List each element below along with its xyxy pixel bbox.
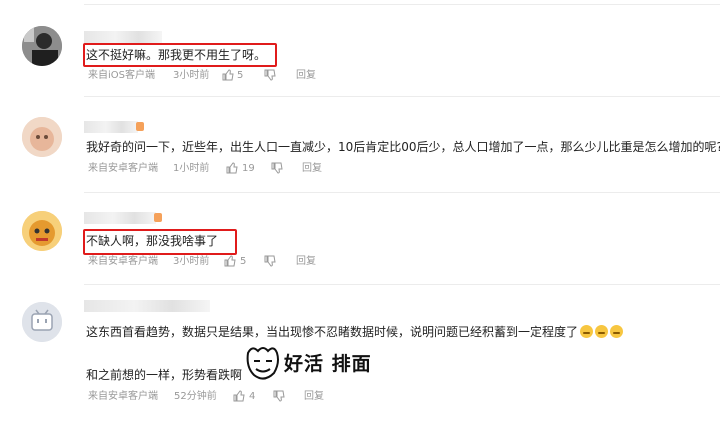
- avatar[interactable]: [22, 302, 62, 342]
- watermark-logo-icon: [246, 347, 279, 380]
- comment-text-line: 这东西首看趋势，数据只是结果，当出现惨不忍睹数据时候，说明问题已经积蓄到一定程度…: [86, 325, 579, 339]
- avatar-image: [22, 302, 62, 342]
- comment-meta: 来自安卓客户端 3小时前 5 回复: [88, 255, 388, 269]
- comment-source: 来自iOS客户端: [88, 70, 155, 81]
- comment-time: 1小时前: [173, 163, 210, 174]
- avatar[interactable]: [22, 117, 62, 157]
- username-blurred: [84, 31, 162, 43]
- divider: [84, 96, 720, 97]
- like-count: 5: [240, 256, 247, 267]
- thumbs-down-icon[interactable]: [264, 69, 276, 81]
- reply-link[interactable]: 回复: [302, 162, 322, 176]
- comment-time: 52分钟前: [174, 391, 217, 402]
- comment-text: 我好奇的问一下，近些年，出生人口一直减少，10后肯定比00后少，总人口增加了一点…: [86, 140, 720, 154]
- avatar[interactable]: [22, 211, 62, 251]
- divider: [84, 4, 720, 5]
- divider: [84, 284, 720, 285]
- reply-link[interactable]: 回复: [296, 255, 316, 269]
- comment-meta: 来自iOS客户端 3小时前 5 回复: [88, 69, 388, 83]
- avatar-image: [22, 211, 62, 251]
- reply-link[interactable]: 回复: [304, 390, 324, 404]
- highlight-box: [83, 229, 237, 255]
- thumbs-up-icon[interactable]: [222, 69, 234, 81]
- watermark-text: 好活 排面: [284, 353, 372, 375]
- thumbs-down-icon[interactable]: [273, 390, 285, 402]
- divider: [84, 192, 720, 193]
- avatar-image: [22, 117, 62, 157]
- thumbs-up-icon[interactable]: [224, 255, 236, 267]
- comment-meta: 来自安卓客户端 52分钟前 4 回复: [88, 390, 388, 404]
- watermark: 好活 排面: [244, 343, 372, 383]
- like-count: 4: [249, 391, 256, 402]
- like-count: 5: [237, 70, 244, 81]
- sweat-emoji-icon: [610, 325, 624, 338]
- thumbs-down-icon[interactable]: [264, 255, 276, 267]
- username-blurred: [84, 300, 210, 312]
- username-blurred: [84, 212, 162, 224]
- reply-link[interactable]: 回复: [296, 69, 316, 83]
- sweat-emoji-icon: [580, 325, 594, 338]
- comment-meta: 来自安卓客户端 1小时前 19 回复: [88, 162, 388, 176]
- username-blurred: [84, 121, 144, 133]
- like-count: 19: [242, 163, 255, 174]
- comment-text-2: 和之前想的一样，形势看跌啊: [86, 368, 243, 382]
- highlight-box: [83, 43, 277, 67]
- comment-time: 3小时前: [173, 70, 210, 81]
- comment-source: 来自安卓客户端: [88, 163, 158, 174]
- comment-source: 来自安卓客户端: [88, 256, 158, 267]
- avatar[interactable]: [22, 26, 62, 66]
- comment-text: 这东西首看趋势，数据只是结果，当出现惨不忍睹数据时候，说明问题已经积蓄到一定程度…: [86, 324, 624, 340]
- avatar-image: [22, 26, 62, 66]
- thumbs-up-icon[interactable]: [226, 162, 238, 174]
- comment-time: 3小时前: [173, 256, 210, 267]
- thumbs-up-icon[interactable]: [233, 390, 245, 402]
- comment-source: 来自安卓客户端: [88, 391, 158, 402]
- thumbs-down-icon[interactable]: [271, 162, 283, 174]
- sweat-emoji-icon: [595, 325, 609, 338]
